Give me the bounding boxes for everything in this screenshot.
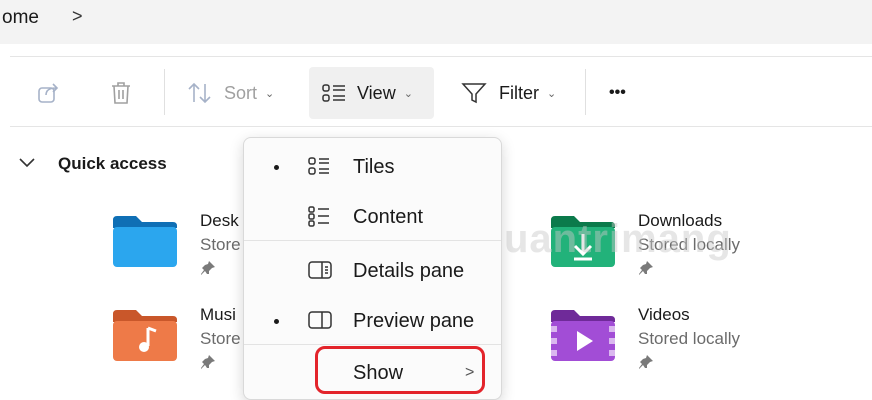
more-options-button[interactable]: ••• [609,67,626,119]
tile-status: Stored locally [638,329,741,348]
breadcrumb-home[interactable]: ome [2,7,39,29]
content-icon [307,205,331,233]
menu-item-label: Details pane [353,259,465,282]
divider [10,126,872,127]
toolbar-separator [164,69,165,115]
breadcrumb-chevron-icon[interactable]: > [72,6,83,27]
chevron-down-icon: ⌄ [547,87,557,100]
quick-access-label: Quick access [58,154,167,173]
view-label: View [357,82,396,103]
menu-item-label: Tiles [353,155,395,178]
selected-bullet-icon [274,318,279,324]
desktop-folder-icon [110,210,180,270]
sort-label: Sort [224,82,258,103]
pin-icon [638,260,740,281]
watermark-text: uantrimang [504,217,732,261]
selected-bullet-icon [274,164,279,170]
sort-icon [186,80,214,106]
videos-folder-icon [548,304,618,364]
toolbar-separator [585,69,586,115]
menu-item-label: Content [353,205,424,228]
preview-pane-icon [307,309,333,337]
pin-icon [200,354,241,375]
address-bar[interactable]: ome > [0,0,872,44]
filter-label: Filter [499,82,539,103]
chevron-down-icon: ⌄ [265,87,275,100]
menu-separator [244,344,501,345]
filter-button[interactable]: Filter ⌄ [461,67,556,119]
pin-icon [200,260,241,281]
menu-item-label: Preview pane [353,309,475,332]
menu-item-details-pane[interactable]: Details pane [244,249,501,293]
tile-name: Videos [638,305,690,324]
filter-icon [461,80,487,106]
tile-status: Store [200,235,241,254]
pin-icon [638,354,740,375]
highlight-annotation [315,346,485,394]
command-bar: Sort ⌄ View ⌄ Filter ⌄ ••• [0,57,872,127]
sort-button[interactable]: Sort ⌄ [186,67,274,119]
tile-status: Store [200,329,241,348]
tile-desktop[interactable]: Desk Store [110,210,241,281]
view-icon [321,82,347,104]
more-icon: ••• [609,84,626,101]
view-button[interactable]: View ⌄ [309,67,434,119]
chevron-down-icon[interactable] [18,154,36,174]
quick-access-header[interactable]: Quick access [18,154,167,174]
trash-icon [108,80,134,106]
tile-name: Desk [200,211,239,230]
tiles-icon [307,155,331,183]
menu-item-preview-pane[interactable]: Preview pane [244,299,501,343]
share-icon [36,80,62,106]
details-pane-icon [307,259,333,287]
chevron-down-icon: ⌄ [403,87,413,100]
tile-videos[interactable]: Videos Stored locally [548,304,740,375]
menu-item-tiles[interactable]: Tiles [244,145,501,189]
music-folder-icon [110,304,180,364]
menu-separator [244,240,501,241]
share-button[interactable] [36,67,62,119]
delete-button[interactable] [108,67,134,119]
tile-name: Musi [200,305,236,324]
menu-item-content[interactable]: Content [244,195,501,239]
view-dropdown-menu: Tiles Content Details pane Preview pane … [243,137,502,400]
tile-music[interactable]: Musi Store [110,304,241,375]
